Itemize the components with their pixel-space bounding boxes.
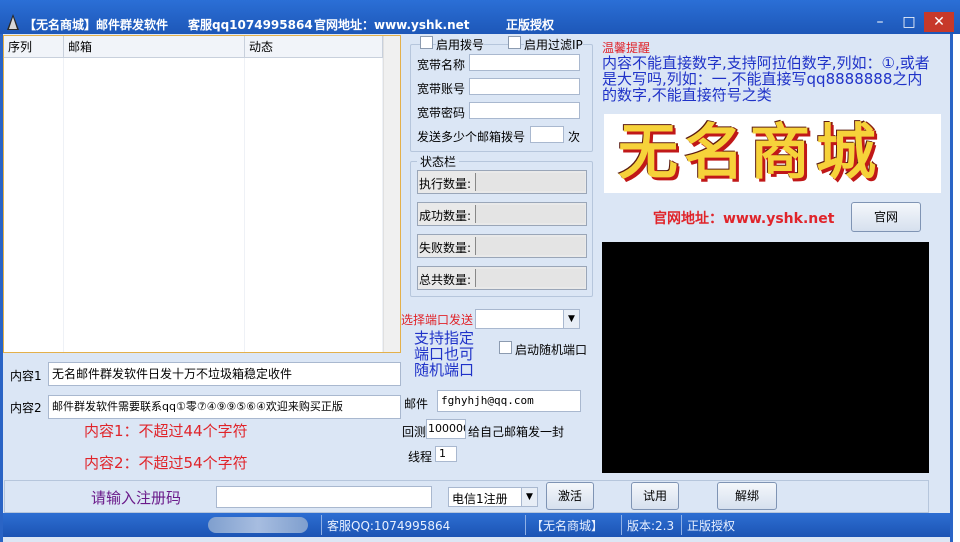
content1-limit-note: 内容1：不超过44个字符 <box>84 422 248 440</box>
port-hint-line2: 端口也可 <box>414 345 475 363</box>
brand-logo-text: 无名商城 <box>618 118 882 188</box>
title-website: 官网地址：www.yshk.net <box>314 18 470 32</box>
broadband-name-input[interactable] <box>469 54 580 71</box>
content2-input[interactable]: 邮件群发软件需要联系qq①零⑦④⑨⑨⑤⑥④欢迎来购买正版 <box>48 395 401 419</box>
failed-count-label: 失败数量: <box>419 241 472 255</box>
title-support-qq: 客服qq1074995864 <box>188 18 313 32</box>
executed-count-value <box>475 173 585 191</box>
status-separator <box>621 515 622 535</box>
register-code-input[interactable] <box>216 486 432 508</box>
mail-input[interactable]: fghyhjh@qq.com <box>437 390 581 412</box>
enable-dial-label: 启用拨号 <box>436 36 485 53</box>
status-version: 版本:2.3 <box>627 519 675 533</box>
port-hint-line1: 支持指定 <box>414 329 475 347</box>
brand-logo: 无名商城 <box>604 114 941 193</box>
notice-body: 内容不能直接数字,支持阿拉伯数字,列如：①,或者是大写吗,列如：一,不能直接写q… <box>602 54 930 104</box>
enable-filter-ip-checkbox[interactable] <box>508 36 521 49</box>
minimize-button[interactable]: – <box>867 12 893 32</box>
list-body <box>4 58 383 352</box>
dial-count-label: 发送多少个邮箱拨号 <box>417 130 526 144</box>
broadband-account-label: 宽带账号 <box>417 82 466 96</box>
content2-label: 内容2 <box>10 401 42 415</box>
grid-line <box>244 58 245 352</box>
blurred-field <box>208 517 308 533</box>
content1-label: 内容1 <box>10 369 42 383</box>
failed-count-box: 失败数量: <box>417 234 587 258</box>
executed-count-label: 执行数量: <box>419 177 472 191</box>
content2-limit-note: 内容2：不超过54个字符 <box>84 454 248 472</box>
column-header-index[interactable]: 序列 <box>4 36 64 58</box>
status-separator <box>525 515 526 535</box>
status-group-title: 状态栏 <box>417 153 460 170</box>
website-label: 官网地址：www.yshk.net <box>653 211 835 227</box>
port-hint-line3: 随机端口 <box>414 361 475 379</box>
status-separator <box>321 515 322 535</box>
preview-panel <box>602 242 929 473</box>
title-bar: 【无名商城】邮件群发软件 客服qq1074995864 官网地址：www.ysh… <box>0 0 960 34</box>
unbind-button[interactable]: 解绑 <box>717 482 777 510</box>
register-type-value: 电信1注册 <box>452 492 508 506</box>
port-select-label: 选择端口发送 <box>401 313 474 327</box>
status-bar: 客服QQ:1074995864 【无名商城】 版本:2.3 正版授权 <box>3 513 950 537</box>
close-button[interactable]: ✕ <box>924 12 954 32</box>
column-header-email[interactable]: 邮箱 <box>64 36 245 58</box>
broadband-account-input[interactable] <box>469 78 580 95</box>
random-port-label: 启动随机端口 <box>515 343 588 357</box>
chevron-down-icon[interactable]: ▼ <box>563 310 579 328</box>
reply-count-input[interactable]: 100000 <box>426 419 466 439</box>
reply-suffix: 给自己邮箱发一封 <box>468 425 565 439</box>
reply-label: 回测 <box>402 425 427 439</box>
status-separator <box>681 515 682 535</box>
mail-label: 邮件 <box>404 397 429 411</box>
broadband-password-label: 宽带密码 <box>417 106 466 120</box>
thread-count-input[interactable]: 1 <box>435 446 457 462</box>
grid-line <box>63 58 64 352</box>
success-count-box: 成功数量: <box>417 202 587 226</box>
broadband-name-label: 宽带名称 <box>417 58 466 72</box>
executed-count-box: 执行数量: <box>417 170 587 194</box>
list-scrollbar[interactable] <box>383 36 400 352</box>
maximize-button[interactable]: □ <box>896 12 922 32</box>
title-license: 正版授权 <box>506 18 555 32</box>
register-type-select[interactable]: 电信1注册 ▼ <box>448 487 538 507</box>
window-title: 【无名商城】邮件群发软件 <box>24 18 169 32</box>
trial-button[interactable]: 试用 <box>631 482 679 510</box>
random-port-checkbox[interactable] <box>499 341 512 354</box>
website-button[interactable]: 官网 <box>851 202 921 232</box>
failed-count-value <box>475 237 585 255</box>
thread-label: 线程 <box>408 450 433 464</box>
email-list[interactable]: 序列 邮箱 动态 <box>3 35 401 353</box>
port-select[interactable]: ▼ <box>475 309 580 329</box>
status-license: 正版授权 <box>687 519 736 533</box>
total-count-value <box>475 269 585 287</box>
chevron-down-icon[interactable]: ▼ <box>521 488 537 506</box>
dial-count-suffix: 次 <box>568 130 581 144</box>
register-prompt: 请输入注册码 <box>91 489 182 507</box>
success-count-value <box>475 205 585 223</box>
app-icon <box>7 14 19 30</box>
total-count-box: 总共数量: <box>417 266 587 290</box>
activate-button[interactable]: 激活 <box>546 482 594 510</box>
broadband-password-input[interactable] <box>469 102 580 119</box>
dial-count-input[interactable] <box>530 126 564 143</box>
success-count-label: 成功数量: <box>419 209 472 223</box>
content1-input[interactable]: 无名邮件群发软件日发十万不垃圾箱稳定收件 <box>48 362 401 386</box>
status-support-qq: 客服QQ:1074995864 <box>327 519 451 533</box>
enable-dial-checkbox[interactable] <box>420 36 433 49</box>
total-count-label: 总共数量: <box>419 273 472 287</box>
status-brand: 【无名商城】 <box>531 519 604 533</box>
list-header: 序列 邮箱 动态 <box>4 36 400 58</box>
column-header-status[interactable]: 动态 <box>245 36 383 58</box>
enable-filter-ip-label: 启用过滤IP <box>524 36 583 53</box>
